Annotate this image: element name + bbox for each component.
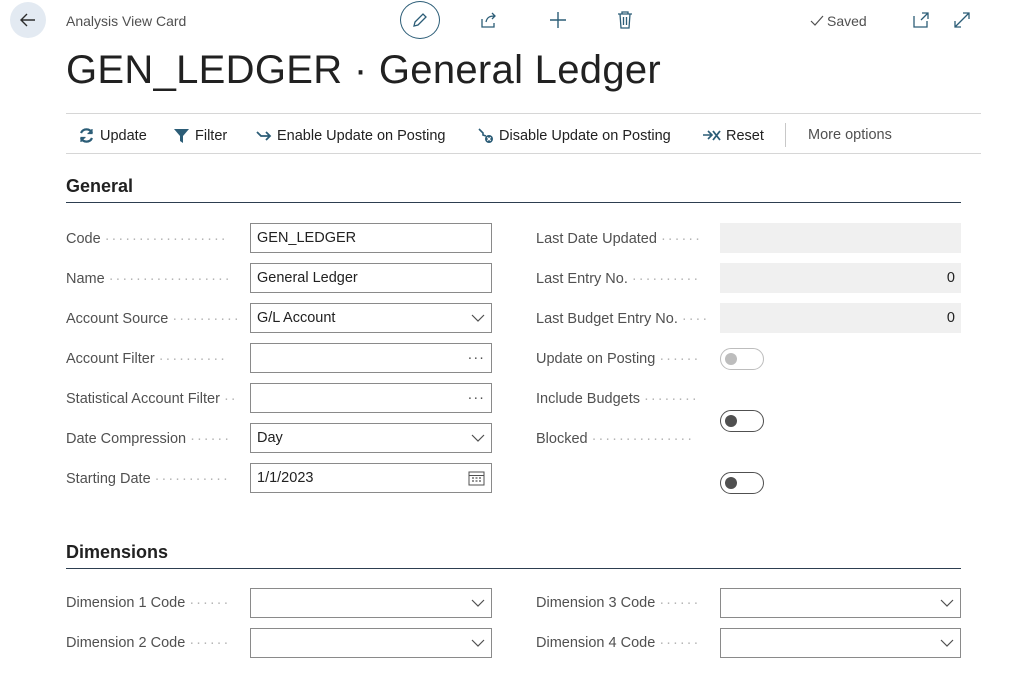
date-compression-select[interactable]: Day — [250, 423, 492, 453]
last-date-updated-field — [720, 223, 961, 253]
name-label: Name ·················· — [66, 271, 232, 287]
dimension-1-select[interactable] — [250, 588, 492, 618]
share-icon — [481, 12, 496, 28]
breadcrumb: Analysis View Card — [66, 13, 187, 29]
chevron-down-icon — [471, 314, 485, 322]
dimension-2-label: Dimension 2 Code ······ — [66, 635, 231, 651]
chevron-down-icon — [940, 599, 954, 607]
page-title: GEN_LEDGER · General Ledger — [66, 48, 662, 92]
delete-button[interactable] — [614, 9, 636, 31]
new-button[interactable] — [547, 9, 569, 31]
account-source-label: Account Source ·········· — [66, 311, 241, 327]
ellipsis-icon[interactable]: ··· — [468, 350, 486, 366]
refresh-icon — [79, 128, 94, 143]
open-in-new-window-icon — [913, 12, 929, 28]
dimension-2-select[interactable] — [250, 628, 492, 658]
arrow-left-icon — [20, 13, 35, 27]
account-source-select[interactable]: G/L Account — [250, 303, 492, 333]
last-budget-entry-no-label: Last Budget Entry No. ···· — [536, 311, 710, 327]
code-label: Code ·················· — [66, 231, 228, 247]
general-section-rule — [66, 202, 961, 203]
date-compression-label: Date Compression ······ — [66, 431, 232, 447]
pencil-icon — [413, 13, 427, 27]
chevron-down-icon — [471, 434, 485, 442]
last-entry-no-label: Last Entry No. ·········· — [536, 271, 701, 287]
trash-icon — [618, 11, 632, 29]
reset-icon — [703, 130, 721, 141]
stat-account-filter-label: Statistical Account Filter ·· — [66, 391, 238, 407]
disable-update-label: Disable Update on Posting — [499, 127, 671, 144]
dimension-3-select[interactable] — [720, 588, 961, 618]
chevron-down-icon — [471, 639, 485, 647]
account-filter-field[interactable]: ··· — [250, 343, 492, 373]
action-separator — [785, 123, 786, 147]
name-field[interactable]: General Ledger — [250, 263, 492, 293]
chevron-down-icon — [471, 599, 485, 607]
check-icon — [810, 15, 824, 26]
general-section-title[interactable]: General — [66, 176, 133, 197]
dimension-1-label: Dimension 1 Code ······ — [66, 595, 231, 611]
update-on-posting-label: Update on Posting ······ — [536, 351, 701, 367]
edit-button[interactable] — [400, 1, 440, 39]
reset-label: Reset — [726, 127, 764, 144]
account-filter-label: Account Filter ·········· — [66, 351, 227, 367]
stat-account-filter-field[interactable]: ··· — [250, 383, 492, 413]
enable-update-action[interactable]: Enable Update on Posting — [255, 127, 446, 144]
more-options-label: More options — [808, 127, 892, 143]
update-on-posting-toggle — [720, 348, 764, 370]
dimension-4-label: Dimension 4 Code ······ — [536, 635, 701, 651]
starting-date-label: Starting Date ··········· — [66, 471, 230, 487]
enable-arrow-icon — [256, 131, 272, 141]
chevron-down-icon — [940, 639, 954, 647]
more-options-action[interactable]: More options — [808, 127, 892, 143]
starting-date-field[interactable]: 1/1/2023 — [250, 463, 492, 493]
filter-icon — [174, 129, 189, 143]
dimension-3-label: Dimension 3 Code ······ — [536, 595, 701, 611]
saved-status: Saved — [810, 13, 867, 29]
update-action[interactable]: Update — [78, 127, 147, 144]
disable-arrow-icon — [478, 128, 493, 143]
reset-action[interactable]: Reset — [702, 127, 764, 144]
plus-icon — [550, 12, 566, 28]
enable-update-label: Enable Update on Posting — [277, 127, 446, 144]
dimensions-section-rule — [66, 568, 961, 569]
open-new-window-button[interactable] — [910, 9, 932, 31]
back-button[interactable] — [10, 2, 46, 38]
blocked-toggle[interactable] — [720, 472, 764, 494]
last-budget-entry-no-field: 0 — [720, 303, 961, 333]
include-budgets-label: Include Budgets ········ — [536, 391, 699, 407]
ellipsis-icon[interactable]: ··· — [468, 390, 486, 406]
dimension-4-select[interactable] — [720, 628, 961, 658]
include-budgets-toggle[interactable] — [720, 410, 764, 432]
filter-label: Filter — [195, 127, 228, 144]
toggle-knob — [725, 353, 737, 365]
calendar-icon[interactable] — [468, 470, 485, 486]
update-label: Update — [100, 127, 147, 144]
code-field[interactable]: GEN_LEDGER — [250, 223, 492, 253]
expand-button[interactable] — [951, 9, 973, 31]
last-date-updated-label: Last Date Updated ······ — [536, 231, 702, 247]
saved-label: Saved — [827, 13, 867, 29]
filter-action[interactable]: Filter — [173, 127, 227, 144]
dimensions-section-title[interactable]: Dimensions — [66, 542, 168, 563]
toggle-knob — [725, 477, 737, 489]
toggle-knob — [725, 415, 737, 427]
share-button[interactable] — [478, 9, 500, 31]
expand-icon — [954, 12, 970, 28]
blocked-label: Blocked ··············· — [536, 431, 695, 447]
disable-update-action[interactable]: Disable Update on Posting — [477, 127, 671, 144]
last-entry-no-field: 0 — [720, 263, 961, 293]
